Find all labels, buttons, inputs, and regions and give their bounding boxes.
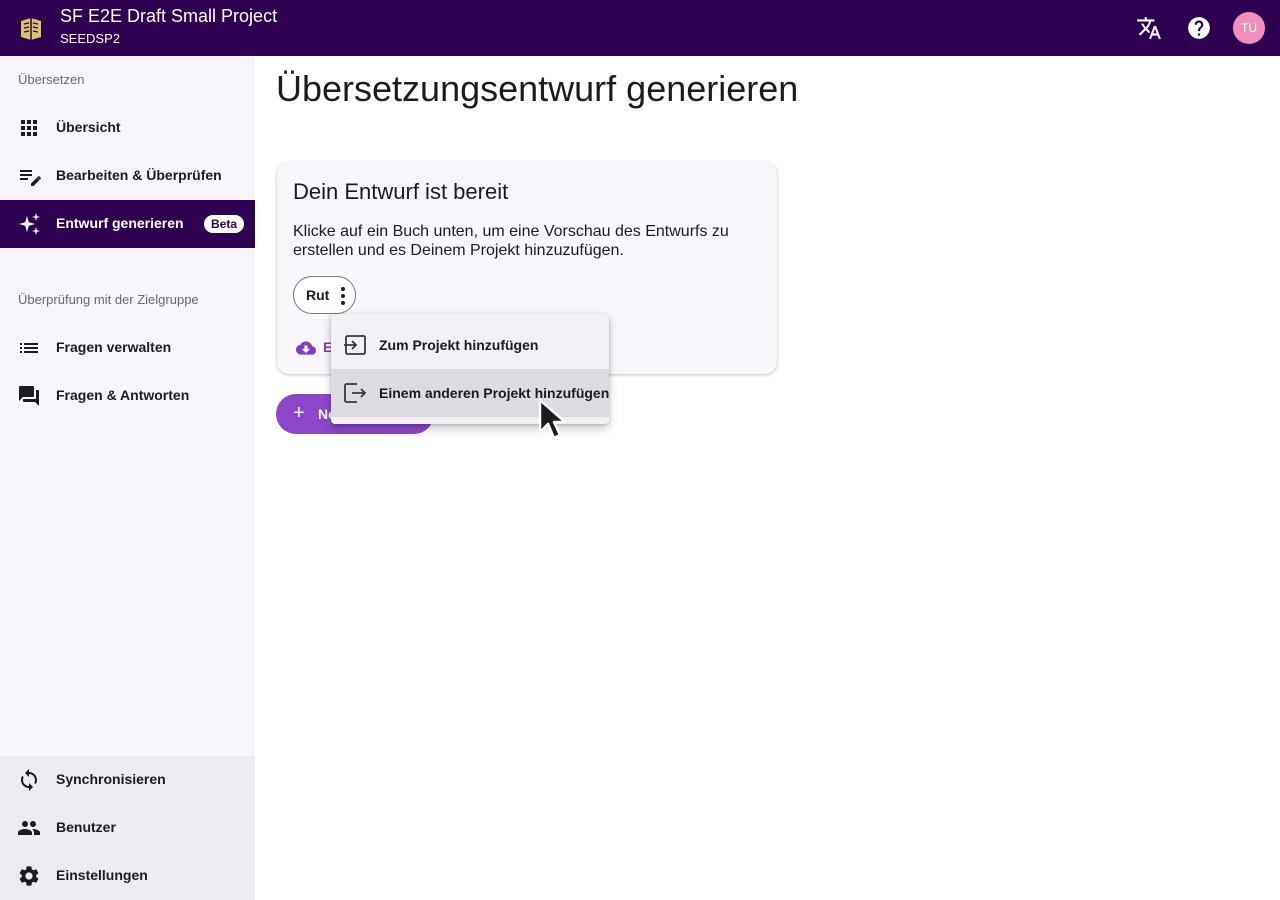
sidebar-item-generate-draft[interactable]: Entwurf generieren Beta bbox=[0, 200, 255, 248]
add-icon: + bbox=[293, 402, 305, 424]
sidebar-item-questions-answers[interactable]: Fragen & Antworten bbox=[0, 372, 255, 420]
sidebar-item-label: Synchronisieren bbox=[56, 771, 166, 787]
gear-icon bbox=[19, 866, 39, 886]
sidebar-item-overview[interactable]: Übersicht bbox=[0, 104, 255, 152]
grid-icon bbox=[21, 120, 37, 136]
sidebar-item-sync[interactable]: Synchronisieren bbox=[0, 756, 255, 804]
sidebar-item-settings[interactable]: Einstellungen bbox=[0, 852, 255, 900]
page-title: Übersetzungsentwurf generieren bbox=[276, 68, 799, 109]
sidebar-item-label: Bearbeiten & Überprüfen bbox=[56, 167, 222, 183]
card-description: Klicke auf ein Buch unten, um eine Vorsc… bbox=[293, 223, 729, 259]
card-title: Dein Entwurf ist bereit bbox=[293, 179, 509, 204]
project-title[interactable]: SF E2E Draft Small Project bbox=[60, 6, 277, 27]
cloud-download-icon bbox=[296, 341, 316, 355]
book-chip-label: Rut bbox=[306, 287, 330, 303]
menu-item-label: Einem anderen Projekt hinzufügen bbox=[379, 385, 609, 401]
app-logo-icon[interactable] bbox=[18, 15, 44, 41]
section-label-translate: Übersetzen bbox=[18, 72, 85, 87]
translate-icon[interactable] bbox=[1135, 14, 1163, 42]
sidebar-item-edit-review[interactable]: Bearbeiten & Überprüfen bbox=[0, 152, 255, 200]
menu-item-add-to-other-project[interactable]: Einem anderen Projekt hinzufügen bbox=[331, 369, 609, 417]
more-vert-icon[interactable] bbox=[334, 284, 352, 308]
top-app-bar: SF E2E Draft Small Project SEEDSP2 TU bbox=[0, 0, 1280, 56]
menu-item-add-to-project[interactable]: Zum Projekt hinzufügen bbox=[331, 321, 609, 369]
help-icon[interactable] bbox=[1185, 14, 1213, 42]
project-code: SEEDSP2 bbox=[60, 31, 120, 46]
input-icon bbox=[344, 335, 366, 355]
edit-list-icon bbox=[20, 170, 41, 186]
book-chip[interactable]: Rut bbox=[293, 276, 356, 314]
book-context-menu: Zum Projekt hinzufügen Einem anderen Pro… bbox=[331, 314, 609, 424]
section-label-community: Überprüfung mit der Zielgruppe bbox=[18, 292, 199, 307]
sidebar-item-label: Benutzer bbox=[56, 819, 116, 835]
sidebar-item-label: Fragen verwalten bbox=[56, 339, 172, 355]
sync-icon bbox=[21, 769, 37, 791]
sidebar-item-users[interactable]: Benutzer bbox=[0, 804, 255, 852]
people-icon bbox=[18, 821, 40, 835]
sidebar: Übersetzen Übersicht Bearbeiten & Überpr… bbox=[0, 56, 255, 900]
beta-badge: Beta bbox=[204, 215, 245, 233]
user-avatar[interactable]: TU bbox=[1233, 12, 1265, 44]
sidebar-item-manage-questions[interactable]: Fragen verwalten bbox=[0, 324, 255, 372]
sidebar-bottom-section: Synchronisieren Benutzer Einstellungen bbox=[0, 756, 255, 900]
menu-item-label: Zum Projekt hinzufügen bbox=[379, 337, 539, 353]
list-icon bbox=[20, 343, 38, 353]
sidebar-item-label: Entwurf generieren bbox=[56, 215, 184, 231]
sidebar-item-label: Übersicht bbox=[56, 119, 121, 135]
sparkle-icon bbox=[19, 213, 40, 235]
sidebar-item-label: Fragen & Antworten bbox=[56, 387, 190, 403]
sidebar-item-label: Einstellungen bbox=[56, 867, 148, 883]
forum-icon bbox=[19, 386, 39, 406]
exit-to-app-icon bbox=[344, 383, 367, 403]
